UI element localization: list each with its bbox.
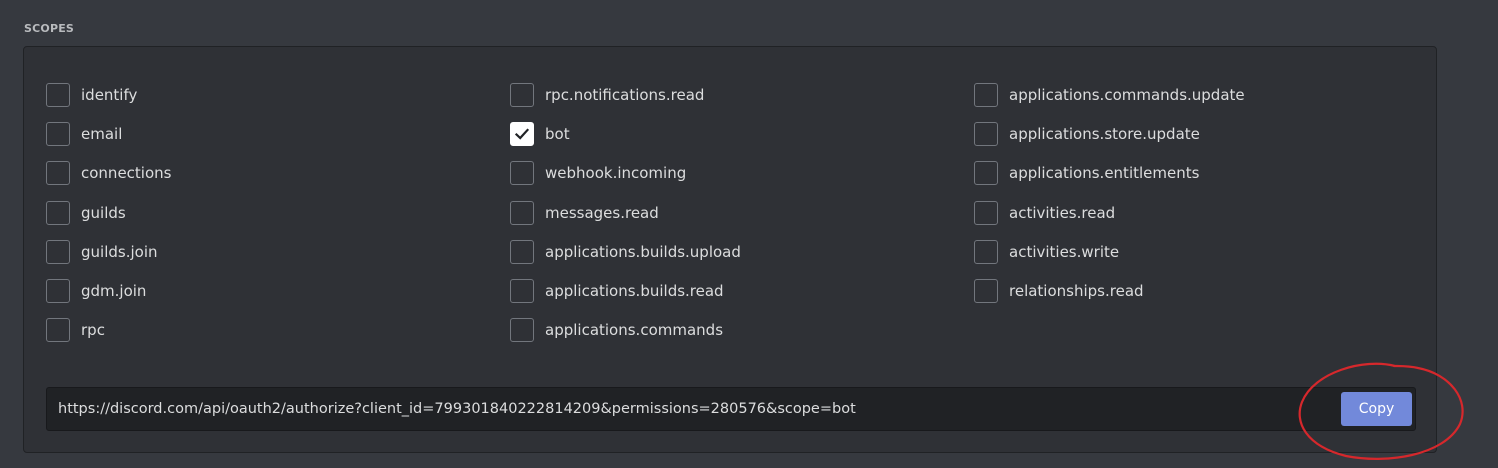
scope-item-guilds-join[interactable]: guilds.join [46,239,171,279]
scope-label: applications.entitlements [1009,164,1200,183]
scope-item-webhook-incoming[interactable]: webhook.incoming [510,161,741,200]
checkbox-checked[interactable] [510,122,534,147]
scope-item-applications-builds-upload[interactable]: applications.builds.upload [510,239,741,279]
scope-label: relationships.read [1009,281,1144,300]
scope-label: applications.commands.update [1009,86,1245,104]
scope-item-rpc[interactable]: rpc [46,318,171,357]
scope-label: connections [81,164,172,183]
scope-item-relationships-read[interactable]: relationships.read [974,278,1245,318]
checkbox[interactable] [46,278,70,303]
scope-label: messages.read [545,203,659,222]
scope-item-bot[interactable]: bot [510,122,741,161]
scope-label: activities.write [1009,242,1120,261]
checkbox[interactable] [974,200,998,225]
scope-item-gdm-join[interactable]: gdm.join [46,278,171,318]
scope-label: guilds.join [81,242,158,261]
scope-label: gdm.join [81,281,147,300]
scope-label: rpc [81,321,105,340]
generated-url-field[interactable]: https://discord.com/api/oauth2/authorize… [46,387,1416,431]
scope-item-applications-commands-update[interactable]: applications.commands.update [974,83,1245,122]
checkbox[interactable] [46,83,70,107]
scope-item-applications-entitlements[interactable]: applications.entitlements [974,161,1245,200]
scope-item-applications-builds-read[interactable]: applications.builds.read [510,278,741,318]
checkbox[interactable] [974,122,998,147]
scope-column-1: identify email connections guilds guilds… [46,83,171,357]
scope-item-guilds[interactable]: guilds [46,200,171,240]
scope-label: applications.commands [545,321,724,340]
scope-label: applications.store.update [1009,125,1200,144]
scope-item-applications-store-update[interactable]: applications.store.update [974,122,1245,161]
checkbox[interactable] [974,161,998,186]
generated-url-text[interactable]: https://discord.com/api/oauth2/authorize… [58,388,856,430]
scope-item-applications-commands[interactable]: applications.commands [510,318,741,357]
checkbox[interactable] [46,318,70,343]
scope-item-messages-read[interactable]: messages.read [510,200,741,240]
scope-label: activities.read [1009,203,1116,222]
checkbox[interactable] [46,239,70,264]
scope-item-rpc-notifications-read[interactable]: rpc.notifications.read [510,83,741,122]
checkbox[interactable] [974,83,998,107]
checkbox[interactable] [46,122,70,147]
section-title: SCOPES [24,22,75,35]
scopes-panel: identify email connections guilds guilds… [23,46,1437,453]
scope-label: applications.builds.upload [545,242,741,261]
scope-label: identify [81,86,138,104]
scope-column-2: rpc.notifications.read bot webhook.incom… [510,83,741,357]
scope-label: bot [545,125,570,144]
checkbox[interactable] [46,200,70,225]
checkbox[interactable] [974,278,998,303]
copy-button[interactable]: Copy [1341,392,1412,426]
scope-label: rpc.notifications.read [545,86,705,104]
checkbox[interactable] [510,83,534,107]
checkmark-icon [514,128,530,140]
scope-label: email [81,125,123,144]
checkbox[interactable] [510,318,534,343]
scope-item-activities-write[interactable]: activities.write [974,239,1245,279]
checkbox[interactable] [510,161,534,186]
scope-item-activities-read[interactable]: activities.read [974,200,1245,240]
scope-item-identify[interactable]: identify [46,83,171,122]
checkbox[interactable] [510,239,534,264]
scope-column-3: applications.commands.update application… [974,83,1245,318]
scope-label: guilds [81,203,126,222]
scope-label: webhook.incoming [545,164,687,183]
scope-label: applications.builds.read [545,281,724,300]
scope-item-connections[interactable]: connections [46,161,171,200]
checkbox[interactable] [510,278,534,303]
scope-item-email[interactable]: email [46,122,171,161]
checkbox[interactable] [974,239,998,264]
checkbox[interactable] [510,200,534,225]
checkbox[interactable] [46,161,70,186]
